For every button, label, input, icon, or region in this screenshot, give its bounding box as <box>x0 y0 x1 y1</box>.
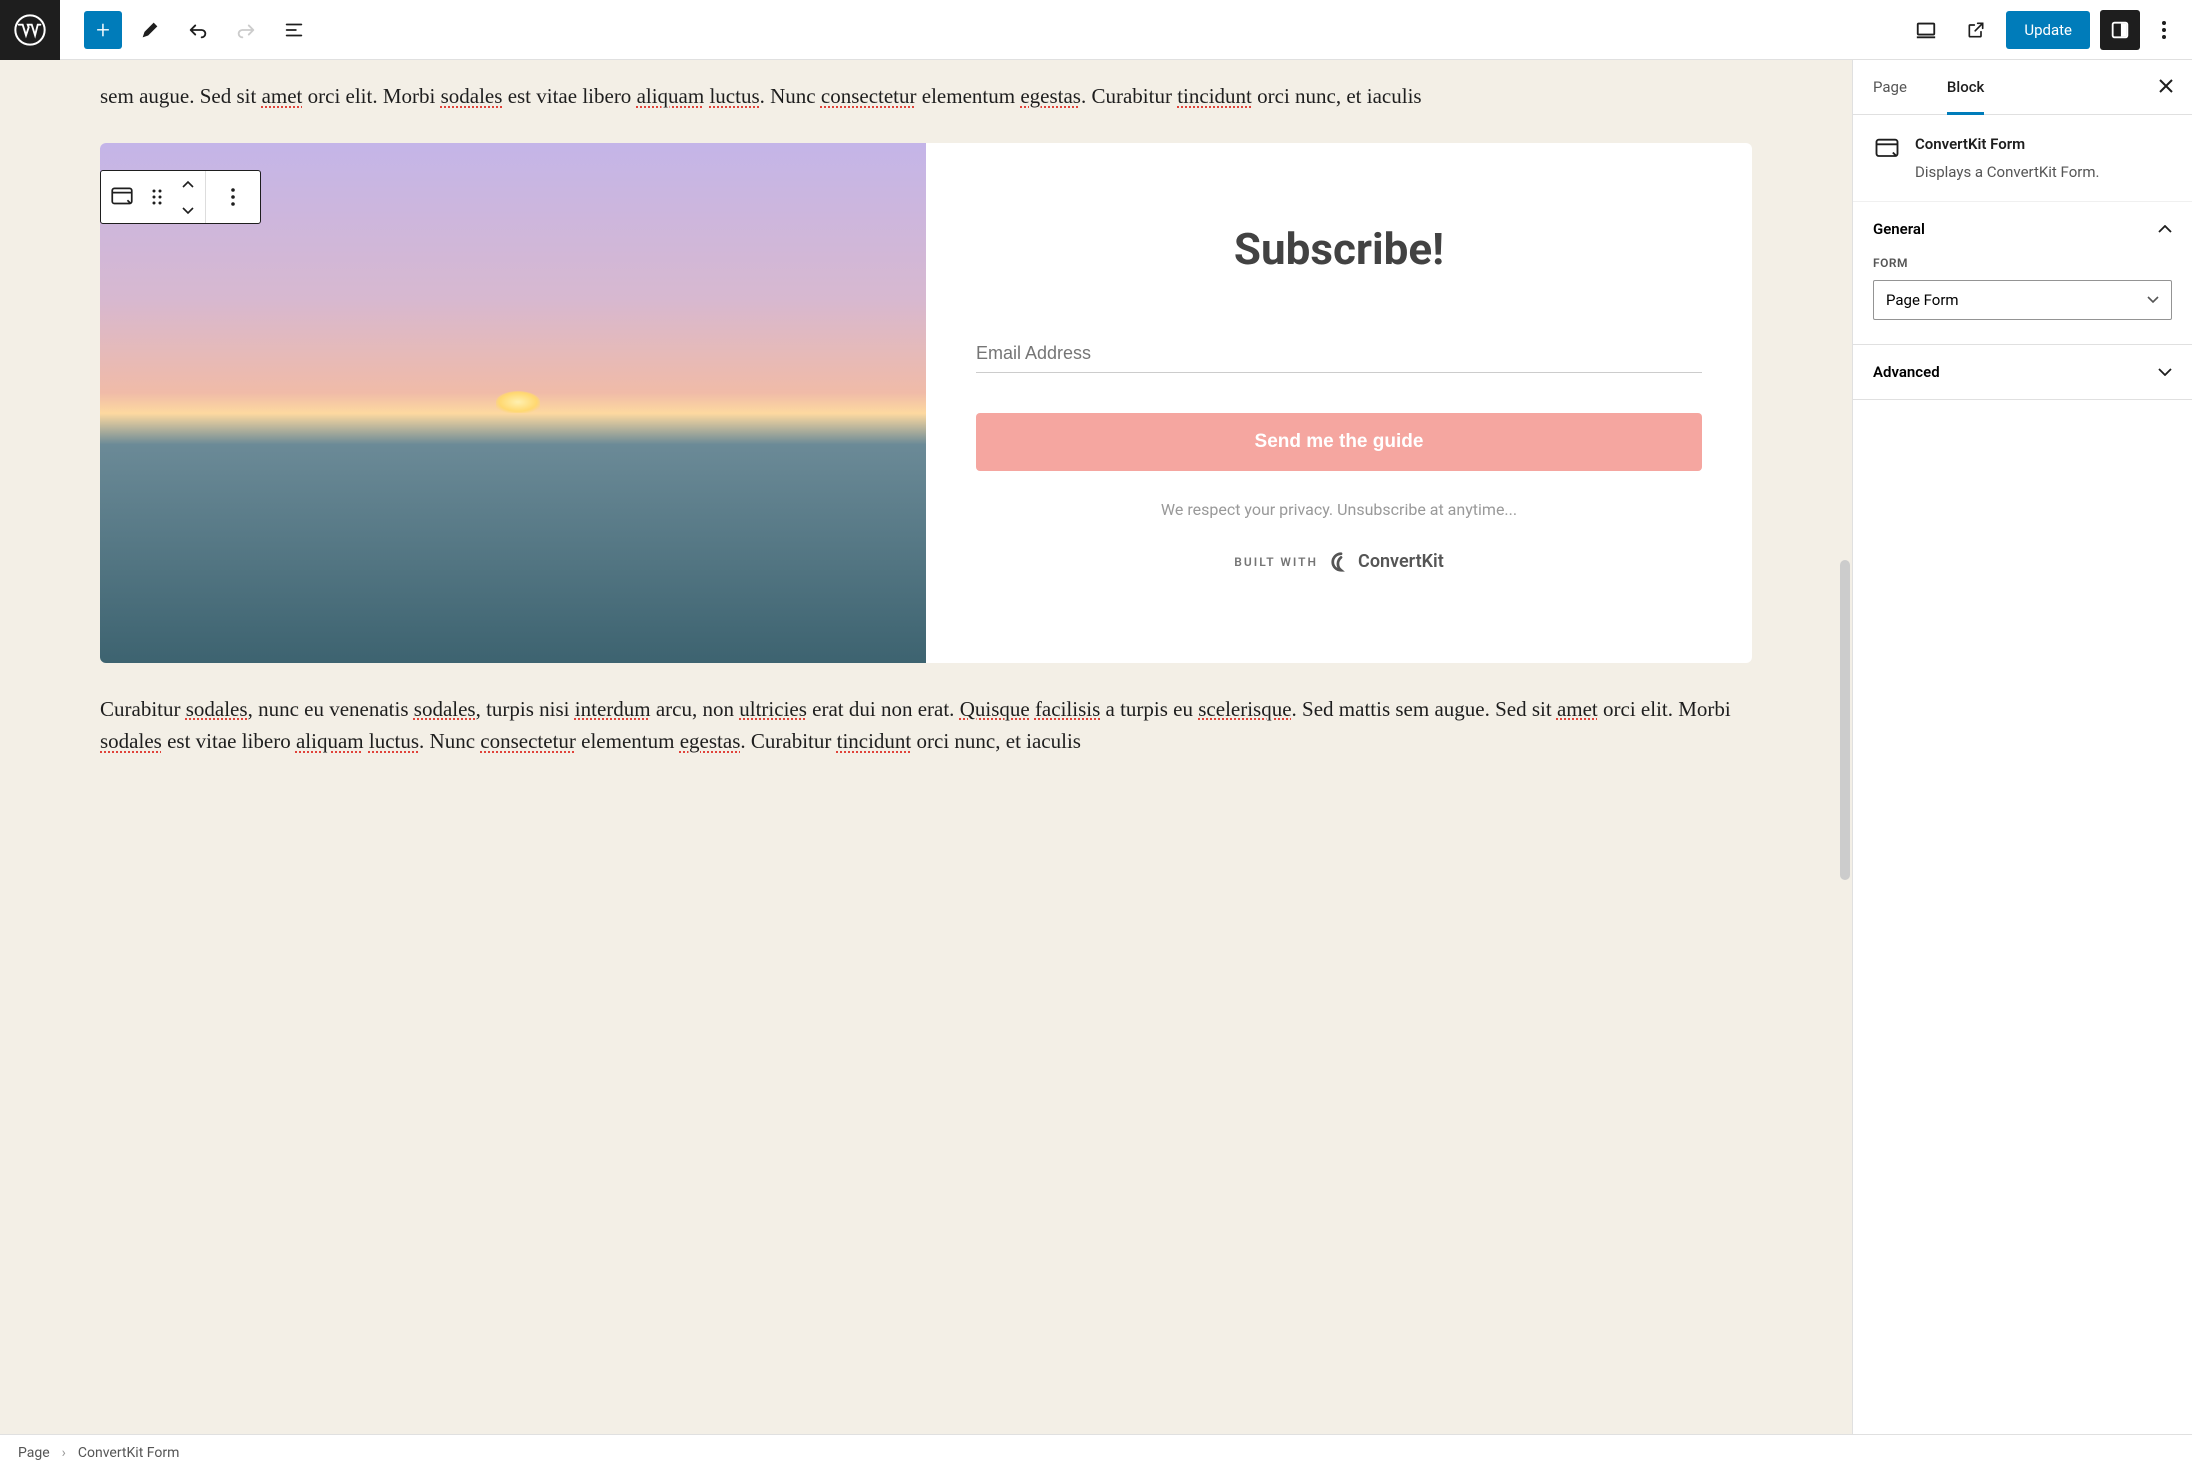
document-overview-button[interactable] <box>274 10 314 50</box>
update-button[interactable]: Update <box>2006 11 2090 49</box>
form-select[interactable]: Page Form <box>1873 280 2172 320</box>
subscribe-button[interactable]: Send me the guide <box>976 413 1702 471</box>
settings-sidebar: Page Block ConvertKit Form Displays a Co… <box>1852 60 2192 1434</box>
chevron-down-icon <box>2147 296 2159 304</box>
wordpress-logo[interactable] <box>0 0 60 60</box>
panel-advanced-header[interactable]: Advanced <box>1853 345 2192 399</box>
built-with-label: BUILT WITH ConvertKit <box>1234 551 1444 573</box>
device-preview-button[interactable] <box>1906 10 1946 50</box>
form-field-label: Form <box>1873 256 2172 270</box>
privacy-note: We respect your privacy. Unsubscribe at … <box>1161 499 1517 521</box>
panel-general-header[interactable]: General <box>1853 202 2192 256</box>
convertkit-form-icon <box>1873 135 1901 163</box>
convertkit-brand: ConvertKit <box>1330 551 1444 573</box>
panel-advanced: Advanced <box>1853 345 2192 400</box>
edit-tool-button[interactable] <box>130 10 170 50</box>
settings-toggle-button[interactable] <box>2100 10 2140 50</box>
tab-block[interactable]: Block <box>1927 60 2004 114</box>
editor-topbar: + Update <box>0 0 2192 60</box>
breadcrumb-page[interactable]: Page <box>18 1445 50 1461</box>
redo-button <box>226 10 266 50</box>
breadcrumb-block[interactable]: ConvertKit Form <box>78 1445 179 1461</box>
close-sidebar-button[interactable] <box>2140 63 2192 111</box>
paragraph-block[interactable]: Curabitur sodales, nunc eu venenatis sod… <box>100 693 1752 758</box>
sidebar-tabs: Page Block <box>1853 60 2192 115</box>
view-page-button[interactable] <box>1956 10 1996 50</box>
chevron-down-icon <box>2158 368 2172 376</box>
block-description: Displays a ConvertKit Form. <box>1915 163 2172 181</box>
editor-canvas[interactable]: sem augue. Sed sit amet orci elit. Morbi… <box>0 60 1852 1434</box>
email-input[interactable] <box>976 335 1702 373</box>
chevron-right-icon: › <box>62 1445 66 1461</box>
chevron-up-icon <box>2158 225 2172 233</box>
paragraph-block[interactable]: sem augue. Sed sit amet orci elit. Morbi… <box>100 80 1752 113</box>
breadcrumb: Page › ConvertKit Form <box>0 1434 2192 1470</box>
panel-general: General Form Page Form <box>1853 202 2192 345</box>
undo-button[interactable] <box>178 10 218 50</box>
block-type-button[interactable] <box>101 170 143 224</box>
block-drag-handle[interactable] <box>143 170 171 224</box>
add-block-button[interactable]: + <box>84 11 122 49</box>
form-panel: Subscribe! Send me the guide We respect … <box>926 143 1752 663</box>
block-toolbar <box>100 170 261 224</box>
block-info: ConvertKit Form Displays a ConvertKit Fo… <box>1853 115 2192 202</box>
tab-page[interactable]: Page <box>1853 60 1927 114</box>
block-options-button[interactable] <box>206 170 260 224</box>
scrollbar-thumb[interactable] <box>1840 560 1850 880</box>
form-title: Subscribe! <box>1234 223 1444 275</box>
move-block-down-button[interactable] <box>171 197 205 224</box>
move-block-up-button[interactable] <box>171 170 205 197</box>
block-name-label: ConvertKit Form <box>1915 135 2172 153</box>
more-options-button[interactable] <box>2150 10 2178 50</box>
convertkit-form-block[interactable]: Subscribe! Send me the guide We respect … <box>100 143 1752 663</box>
